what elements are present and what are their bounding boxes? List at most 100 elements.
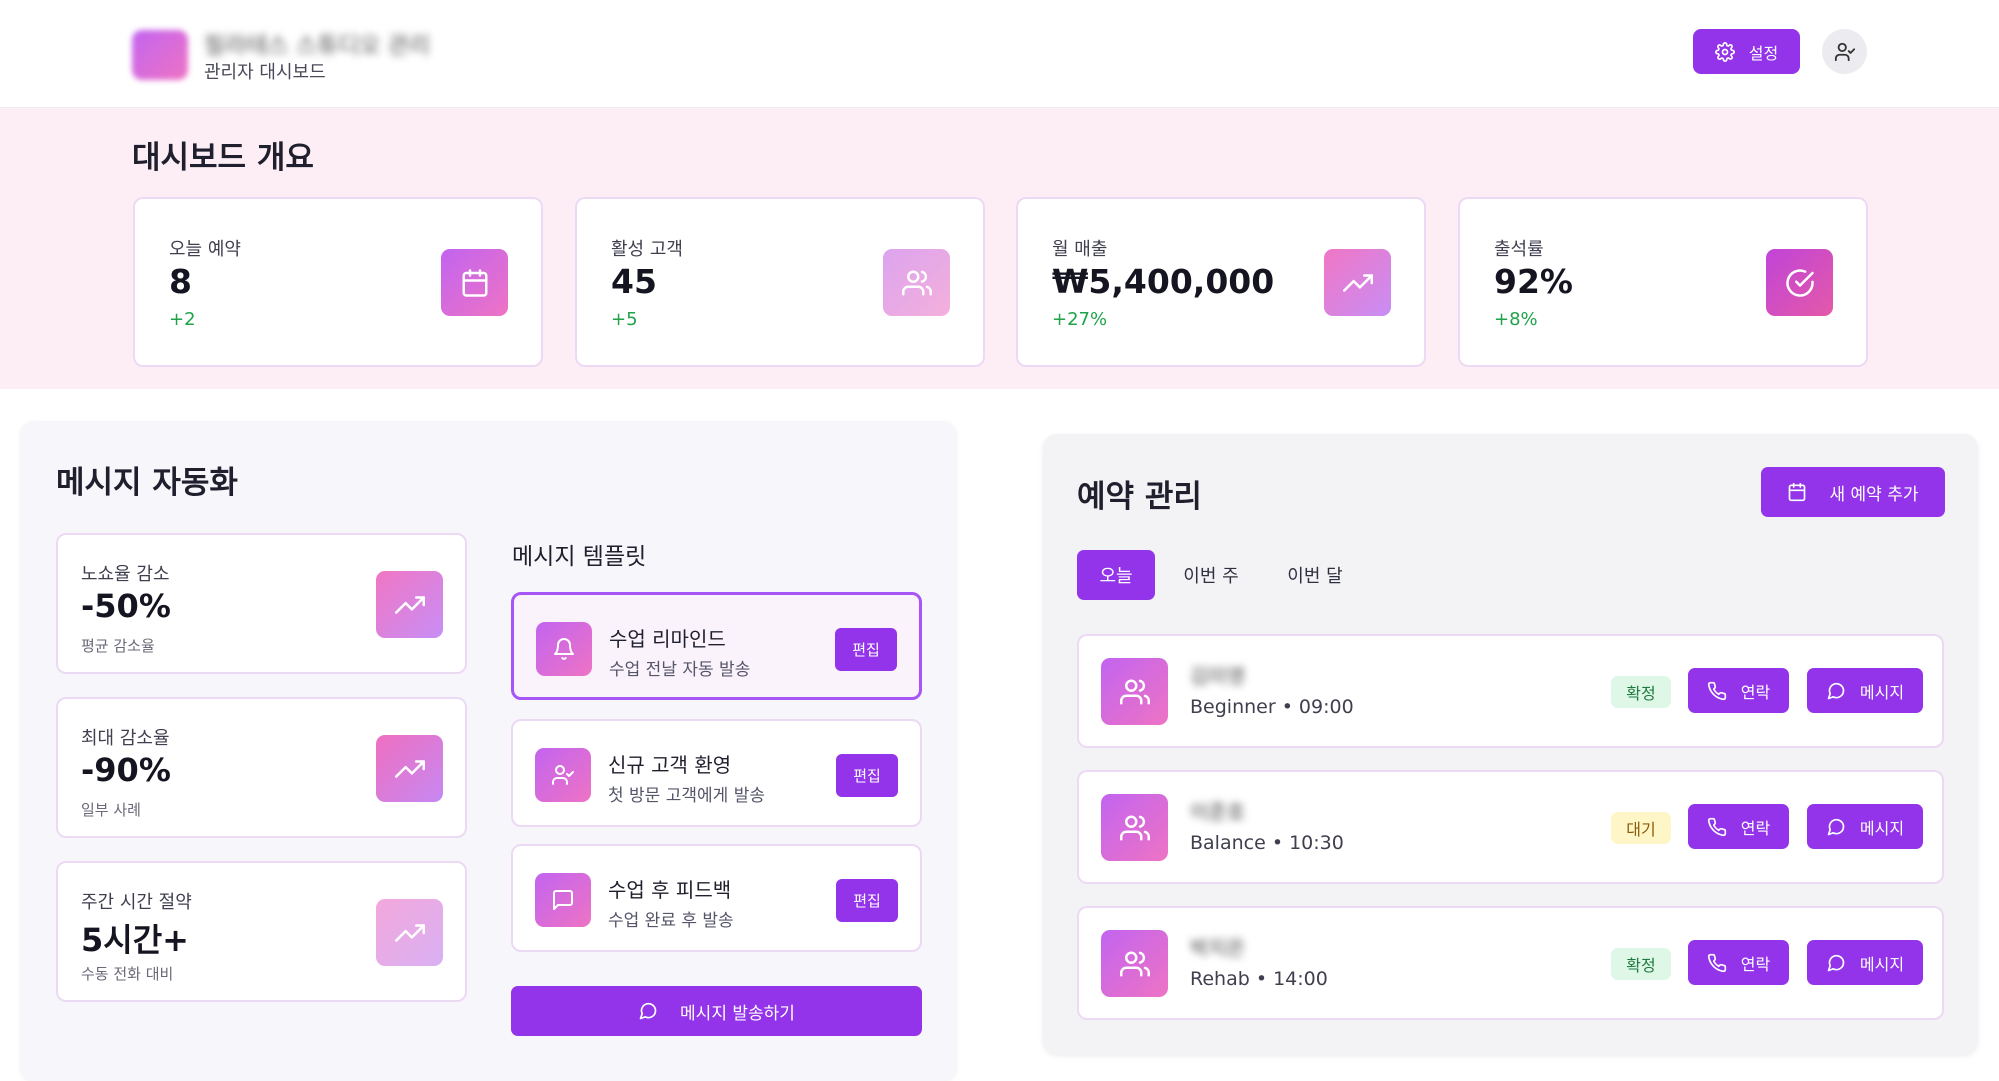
contact-label: 연락 bbox=[1740, 818, 1771, 838]
top-header: 필라테스 스튜디오 관리 관리자 대시보드 설정 bbox=[0, 0, 1999, 108]
automation-stat-max-reduction: 최대 감소율 -90% 일부 사례 bbox=[56, 697, 467, 838]
send-message-button[interactable]: 메시지 발송하기 bbox=[511, 986, 922, 1036]
stat-label: 오늘 예약 bbox=[169, 239, 241, 260]
contact-button[interactable]: 연락 bbox=[1688, 940, 1789, 985]
stat-change: +27% bbox=[1052, 309, 1108, 330]
brand-subtitle: 관리자 대시보드 bbox=[204, 62, 326, 83]
tab-this-week[interactable]: 이번 주 bbox=[1166, 550, 1256, 600]
add-reservation-button[interactable]: 새 예약 추가 bbox=[1761, 467, 1945, 517]
trending-up-icon bbox=[376, 571, 443, 638]
stat-label: 주간 시간 절약 bbox=[81, 892, 192, 913]
status-badge: 대기 bbox=[1611, 812, 1671, 844]
users-icon bbox=[1101, 658, 1168, 725]
stat-card-monthly-revenue: 월 매출 ₩5,400,000 +27% bbox=[1016, 197, 1426, 367]
stat-value: 45 bbox=[611, 262, 657, 301]
brand-logo bbox=[132, 30, 188, 80]
bell-icon bbox=[536, 622, 592, 676]
edit-button[interactable]: 편집 bbox=[836, 879, 898, 922]
stat-label: 노쇼율 감소 bbox=[81, 564, 170, 585]
reservation-item: 박지은 Rehab • 14:00 확정 연락 메시지 bbox=[1077, 906, 1944, 1020]
user-check-icon bbox=[535, 748, 591, 802]
trending-up-icon bbox=[1324, 249, 1391, 316]
stat-change: +2 bbox=[169, 309, 196, 330]
message-circle-icon bbox=[1826, 681, 1846, 701]
stat-value: 8 bbox=[169, 262, 192, 301]
contact-label: 연락 bbox=[1740, 954, 1771, 974]
template-post-class-feedback[interactable]: 수업 후 피드백 수업 완료 후 발송 편집 bbox=[511, 844, 922, 952]
phone-icon bbox=[1707, 953, 1727, 973]
users-icon bbox=[883, 249, 950, 316]
settings-label: 설정 bbox=[1748, 43, 1779, 63]
reservation-item: 이준호 Balance • 10:30 대기 연락 메시지 bbox=[1077, 770, 1944, 884]
reservation-title: 예약 관리 bbox=[1077, 479, 1202, 515]
send-message-label: 메시지 발송하기 bbox=[680, 1003, 795, 1024]
stat-card-active-customers: 활성 고객 45 +5 bbox=[575, 197, 985, 367]
users-icon bbox=[1101, 930, 1168, 997]
message-button[interactable]: 메시지 bbox=[1807, 668, 1923, 713]
stat-label: 출석률 bbox=[1494, 239, 1544, 260]
brand-title: 필라테스 스튜디오 관리 bbox=[204, 33, 431, 59]
customer-name: 김미영 bbox=[1190, 664, 1246, 688]
customer-name: 박지은 bbox=[1190, 936, 1246, 960]
message-label: 메시지 bbox=[1859, 954, 1905, 974]
message-circle-icon bbox=[1826, 817, 1846, 837]
template-desc: 수업 완료 후 발송 bbox=[608, 911, 734, 931]
stat-sub: 평균 감소율 bbox=[81, 637, 155, 655]
contact-button[interactable]: 연락 bbox=[1688, 668, 1789, 713]
status-badge: 확정 bbox=[1611, 948, 1671, 980]
status-badge: 확정 bbox=[1611, 676, 1671, 708]
class-time: Balance • 10:30 bbox=[1190, 832, 1344, 854]
edit-button[interactable]: 편집 bbox=[836, 754, 898, 797]
message-button[interactable]: 메시지 bbox=[1807, 804, 1923, 849]
calendar-icon bbox=[441, 249, 508, 316]
template-title: 수업 리마인드 bbox=[609, 627, 726, 651]
template-desc: 수업 전날 자동 발송 bbox=[609, 660, 751, 680]
overview-title: 대시보드 개요 bbox=[132, 140, 314, 176]
stat-label: 활성 고객 bbox=[611, 239, 683, 260]
stat-label: 최대 감소율 bbox=[81, 728, 170, 749]
contact-label: 연락 bbox=[1740, 682, 1771, 702]
stat-value: 5시간+ bbox=[81, 921, 189, 959]
stat-sub: 일부 사례 bbox=[81, 801, 141, 819]
message-square-icon bbox=[535, 873, 591, 927]
automation-title: 메시지 자동화 bbox=[56, 465, 238, 501]
automation-stat-time-saved: 주간 시간 절약 5시간+ 수동 전화 대비 bbox=[56, 861, 467, 1002]
message-label: 메시지 bbox=[1859, 818, 1905, 838]
trending-up-icon bbox=[376, 899, 443, 966]
message-circle-icon bbox=[1826, 953, 1846, 973]
template-title: 신규 고객 환영 bbox=[608, 753, 732, 777]
settings-button[interactable]: 설정 bbox=[1693, 29, 1800, 74]
stat-change: +5 bbox=[611, 309, 638, 330]
class-time: Beginner • 09:00 bbox=[1190, 696, 1354, 718]
tab-today[interactable]: 오늘 bbox=[1077, 550, 1155, 600]
stat-label: 월 매출 bbox=[1052, 239, 1108, 260]
stat-value: 92% bbox=[1494, 262, 1573, 301]
class-time: Rehab • 14:00 bbox=[1190, 968, 1328, 990]
contact-button[interactable]: 연락 bbox=[1688, 804, 1789, 849]
stat-value: -90% bbox=[81, 751, 171, 789]
stat-card-attendance: 출석률 92% +8% bbox=[1458, 197, 1868, 367]
add-reservation-label: 새 예약 추가 bbox=[1829, 484, 1919, 505]
message-button[interactable]: 메시지 bbox=[1807, 940, 1923, 985]
edit-button[interactable]: 편집 bbox=[835, 628, 897, 671]
stat-sub: 수동 전화 대비 bbox=[81, 965, 174, 983]
template-desc: 첫 방문 고객에게 발송 bbox=[608, 786, 765, 806]
template-title: 수업 후 피드백 bbox=[608, 878, 732, 902]
phone-icon bbox=[1707, 681, 1727, 701]
automation-stat-noshow: 노쇼율 감소 -50% 평균 감소율 bbox=[56, 533, 467, 674]
gear-icon bbox=[1714, 41, 1735, 62]
calendar-icon bbox=[1787, 482, 1807, 502]
stat-card-today-bookings: 오늘 예약 8 +2 bbox=[133, 197, 543, 367]
trending-up-icon bbox=[376, 735, 443, 802]
tab-this-month[interactable]: 이번 달 bbox=[1270, 550, 1360, 600]
reservation-item: 김미영 Beginner • 09:00 확정 연락 메시지 bbox=[1077, 634, 1944, 748]
user-profile-button[interactable] bbox=[1822, 29, 1867, 74]
template-new-customer-welcome[interactable]: 신규 고객 환영 첫 방문 고객에게 발송 편집 bbox=[511, 719, 922, 827]
stat-value: ₩5,400,000 bbox=[1052, 262, 1275, 301]
check-circle-icon bbox=[1766, 249, 1833, 316]
message-circle-icon bbox=[638, 1001, 658, 1021]
message-label: 메시지 bbox=[1859, 682, 1905, 702]
phone-icon bbox=[1707, 817, 1727, 837]
templates-title: 메시지 템플릿 bbox=[512, 544, 647, 570]
template-class-reminder[interactable]: 수업 리마인드 수업 전날 자동 발송 편집 bbox=[511, 592, 922, 700]
